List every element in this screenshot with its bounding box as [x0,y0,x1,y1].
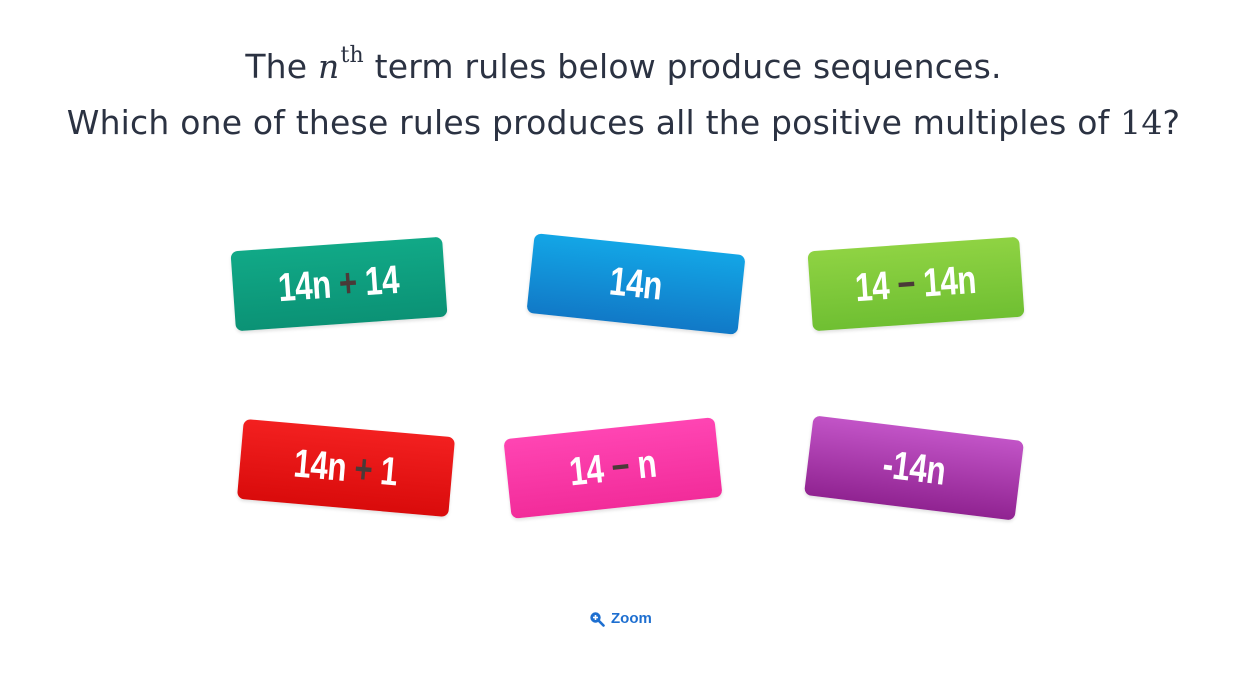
question-text: term rules below produce sequences. [374,47,1002,86]
answer-option-3[interactable]: 14 − 14n [807,236,1025,332]
answer-option-5[interactable]: 14 − n [503,417,723,519]
option-operator: − [896,261,918,307]
option-label: 14n + 14 [277,257,401,310]
option-term-a: 14n [277,262,333,310]
option-term-b: 14n [922,257,978,305]
option-term-a: 14n [292,441,349,490]
question-punctuation: ? [1162,103,1181,142]
option-operator: + [337,260,359,306]
option-label: 14 − n [567,441,658,495]
option-label: 14n + 1 [292,441,399,495]
option-term-a: -14n [880,441,948,494]
option-label: 14n [607,258,665,309]
zoom-button[interactable]: Zoom [589,610,652,627]
math-superscript: th [340,43,364,68]
answer-option-2[interactable]: 14n [526,233,746,335]
question-text: Which one of these rules produces all th… [66,103,1110,142]
math-variable: n [318,47,340,86]
question-line-1: The nth term rules below produce sequenc… [0,45,1247,86]
option-operator: + [352,446,375,492]
zoom-label: Zoom [611,610,652,627]
answer-option-1[interactable]: 14n + 14 [230,236,448,332]
option-label: -14n [880,441,948,494]
option-term-a: 14 [854,263,892,310]
option-term-a: 14n [607,258,665,309]
question-text: The [245,47,308,86]
option-term-b: n [635,441,659,487]
answer-option-4[interactable]: 14n + 1 [236,418,456,518]
option-term-b: 1 [379,448,400,494]
option-term-b: 14 [363,257,401,304]
option-label: 14 − 14n [854,257,978,310]
question-line-2: Which one of these rules produces all th… [0,106,1247,139]
zoom-in-icon [589,611,605,627]
option-term-a: 14 [567,446,606,494]
option-operator: − [609,443,632,490]
math-number: 14 [1120,103,1163,142]
answer-option-6[interactable]: -14n [803,415,1025,521]
